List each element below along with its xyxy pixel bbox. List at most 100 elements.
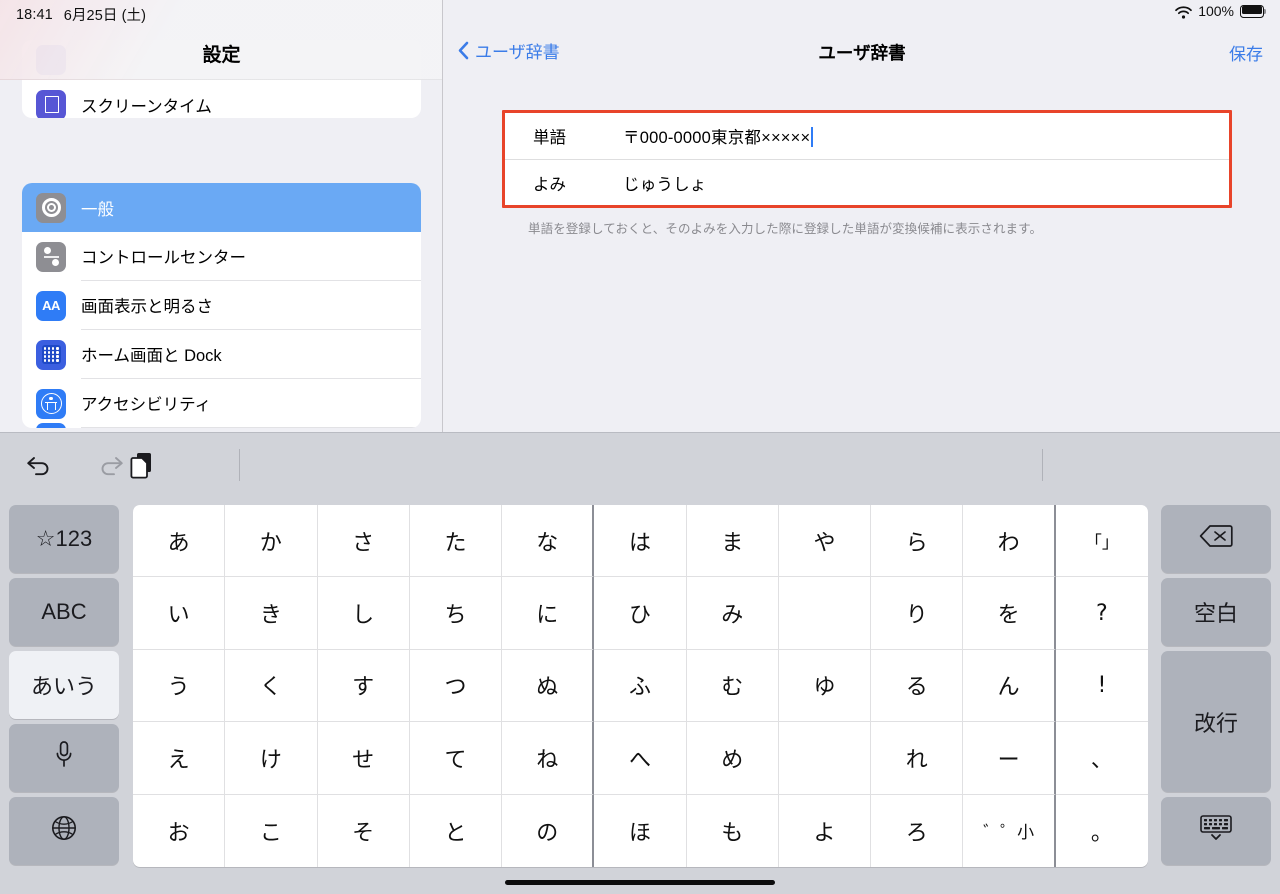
kana-key[interactable]: ま <box>686 505 779 578</box>
kana-key[interactable]: む <box>686 649 779 723</box>
kana-key[interactable]: き <box>225 577 318 650</box>
kana-key[interactable]: ほ <box>594 794 687 867</box>
globe-key[interactable] <box>9 797 119 865</box>
app-area: スクリーンタイム 一般 コントロールセンター AA 画面表示と明るさ ホーム画面… <box>0 0 1280 432</box>
keyboard-keys: ☆123 ABC あいう あ か さ た な は ま や ら わ 「」 い き … <box>0 496 1280 894</box>
kana-key-blank <box>778 722 872 795</box>
kana-key[interactable]: わ <box>963 505 1056 578</box>
aiu-label: あいう <box>30 674 97 699</box>
home-screen-dock-icon <box>36 339 66 370</box>
kana-key[interactable]: ち <box>409 577 503 650</box>
form-help-text: 単語を登録しておくと、そのよみを入力した際に登録した単語が変換候補に表示されます… <box>528 222 1043 236</box>
kana-key[interactable]: は <box>594 505 687 578</box>
globe-icon <box>51 815 77 847</box>
space-key[interactable]: 空白 <box>1161 578 1271 646</box>
kana-key[interactable]: え <box>133 722 226 795</box>
kana-key[interactable]: を <box>963 577 1056 650</box>
text-caret <box>811 127 814 147</box>
kana-key[interactable]: て <box>409 722 503 795</box>
sidebar-item-label: 一般 <box>81 200 114 219</box>
kana-key[interactable]: 「」 <box>1055 505 1148 578</box>
undo-icon[interactable] <box>22 449 56 481</box>
kana-key[interactable]: か <box>225 505 318 578</box>
kana-key[interactable]: ゆ <box>778 649 872 723</box>
toolbar-divider-left <box>239 449 240 481</box>
kana-key[interactable]: る <box>871 649 964 723</box>
sidebar-item-control-center[interactable]: コントロールセンター <box>22 232 421 281</box>
kana-key[interactable]: と <box>410 794 503 867</box>
kana-key[interactable]: つ <box>409 649 503 723</box>
kana-key[interactable]: よ <box>779 794 872 867</box>
reading-field-row[interactable]: よみ じゅうしょ <box>505 159 1229 205</box>
kana-key[interactable]: ふ <box>594 649 687 723</box>
kana-key[interactable]: や <box>778 505 872 578</box>
kana-key[interactable]: ん <box>963 649 1056 723</box>
sidebar-item-display-brightness[interactable]: AA 画面表示と明るさ <box>22 281 421 330</box>
kana-key[interactable]: め <box>686 722 779 795</box>
sidebar-item-screentime[interactable]: スクリーンタイム <box>22 80 421 118</box>
kana-key[interactable]: お <box>133 794 226 867</box>
word-input-value: 〒000-0000東京都××××× <box>623 129 811 147</box>
sidebar-item-label: スクリーンタイム <box>81 97 212 116</box>
dismiss-keyboard-key[interactable] <box>1161 797 1271 865</box>
sidebar-item-general[interactable]: 一般 <box>22 183 421 232</box>
kana-key[interactable]: れ <box>871 722 964 795</box>
kana-key[interactable]: み <box>686 577 779 650</box>
kana-key[interactable]: な <box>502 505 595 578</box>
kana-key[interactable]: ゛゜小 <box>963 794 1056 867</box>
kana-key[interactable]: の <box>502 794 595 867</box>
sidebar-item-label: アクセシビリティ <box>81 379 421 428</box>
sidebar-item-accessibility[interactable]: アクセシビリティ <box>22 379 421 428</box>
kana-key[interactable]: ー <box>963 722 1056 795</box>
kana-key[interactable]: あ <box>133 505 226 578</box>
sidebar-item-home-screen-dock[interactable]: ホーム画面と Dock <box>22 330 421 379</box>
microphone-key[interactable] <box>9 724 119 792</box>
microphone-icon <box>54 740 74 776</box>
kana-key[interactable]: せ <box>317 722 410 795</box>
backspace-icon <box>1199 524 1233 554</box>
reading-input[interactable]: じゅうしょ <box>623 171 707 195</box>
kana-key[interactable]: ら <box>871 505 964 578</box>
kana-key[interactable]: 。 <box>1056 795 1148 867</box>
hourglass-icon <box>36 89 66 118</box>
kana-key[interactable]: そ <box>318 794 410 867</box>
delete-key[interactable] <box>1161 505 1271 573</box>
word-input[interactable]: 〒000-0000東京都××××× <box>623 124 814 148</box>
kana-key[interactable]: け <box>225 722 318 795</box>
paste-icon[interactable] <box>118 449 166 481</box>
space-key-label: 空白 <box>1193 601 1238 626</box>
kana-key[interactable]: う <box>133 649 226 723</box>
kana-key[interactable]: ! <box>1055 650 1148 723</box>
kana-key[interactable]: り <box>871 577 964 650</box>
sidebar-group-1: 一般 コントロールセンター AA 画面表示と明るさ ホーム画面と Dock アク… <box>22 183 421 428</box>
abc-key[interactable]: ABC <box>9 578 119 646</box>
reading-field-label: よみ <box>533 175 566 194</box>
kana-key[interactable]: す <box>317 649 410 723</box>
kana-key[interactable]: ? <box>1055 577 1148 650</box>
symbols-123-key[interactable]: ☆123 <box>9 505 119 573</box>
word-field-row[interactable]: 単語 〒000-0000東京都××××× <box>505 113 1229 159</box>
return-key[interactable]: 改行 <box>1161 651 1271 792</box>
kana-key[interactable]: た <box>409 505 503 578</box>
symbols-123-label: ☆123 <box>35 526 93 551</box>
kana-key[interactable]: ひ <box>594 577 687 650</box>
kana-key-grid: あかさたなはまやらわ「」いきしちにひみ りを? うくすつぬふむゆるん! えけせてねへめ… <box>133 505 1148 867</box>
aiu-kana-key[interactable]: あいう <box>9 651 119 719</box>
kana-key[interactable]: ぬ <box>502 649 595 723</box>
save-button[interactable]: 保存 <box>1229 40 1263 65</box>
kana-key[interactable]: い <box>133 577 226 650</box>
gear-icon <box>36 192 66 223</box>
onscreen-keyboard: ☆123 ABC あいう あ か さ た な は ま や ら わ 「」 い き … <box>0 432 1280 894</box>
kana-key[interactable]: も <box>687 794 779 867</box>
kana-key[interactable]: に <box>502 577 595 650</box>
kana-key[interactable]: こ <box>225 794 318 867</box>
kana-key[interactable]: し <box>317 577 410 650</box>
kana-key[interactable]: 、 <box>1055 722 1148 795</box>
kana-key[interactable]: さ <box>317 505 410 578</box>
kana-key[interactable]: ろ <box>871 794 964 867</box>
kana-key[interactable]: へ <box>594 722 687 795</box>
kana-key[interactable]: ね <box>502 722 595 795</box>
display-brightness-icon: AA <box>36 290 66 321</box>
sidebar-item-label: コントロールセンター <box>81 232 421 281</box>
kana-key[interactable]: く <box>225 649 318 723</box>
